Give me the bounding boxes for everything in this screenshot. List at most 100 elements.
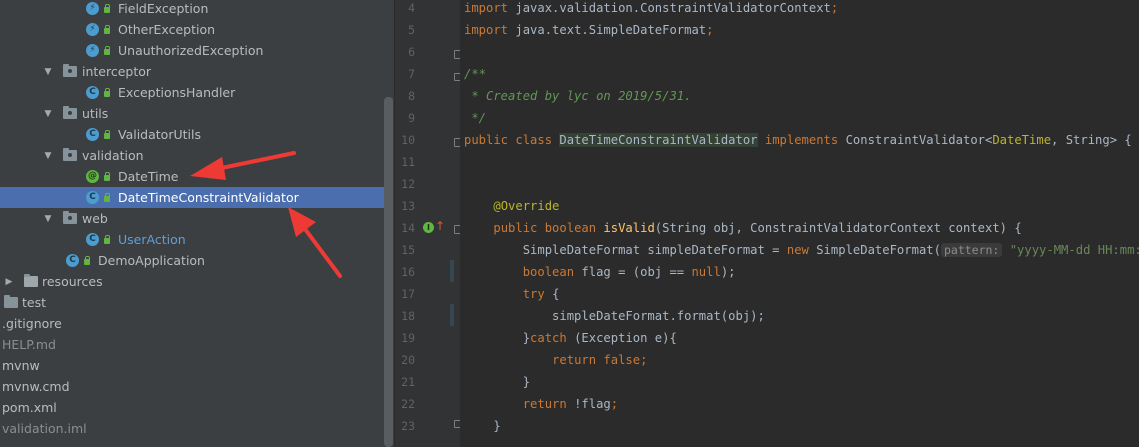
code-editor[interactable]: import javax.validation.ConstraintValida… <box>460 0 1139 447</box>
tree-item-gitignore[interactable]: .gitignore <box>0 313 384 334</box>
code-line[interactable]: } <box>464 371 530 393</box>
line-number: 22 <box>401 397 415 411</box>
tree-item-label: pom.xml <box>2 400 57 415</box>
tree-item-validation-iml[interactable]: validation.iml <box>0 418 384 439</box>
code-line[interactable]: SimpleDateFormat simpleDateFormat = new … <box>464 239 1139 261</box>
class-icon: C <box>86 128 99 141</box>
code-line[interactable]: return false; <box>464 349 647 371</box>
expand-arrow-icon[interactable]: ▼ <box>43 109 53 119</box>
code-line[interactable]: public class DateTimeConstraintValidator… <box>464 129 1132 151</box>
tree-item-mvnw[interactable]: mvnw <box>0 355 384 376</box>
code-token: } <box>464 419 501 433</box>
exception-class-icon: ⚡ <box>86 23 99 36</box>
code-line[interactable]: }catch (Exception e){ <box>464 327 677 349</box>
expand-arrow-icon[interactable]: ▼ <box>43 67 53 77</box>
code-line[interactable]: import java.text.SimpleDateFormat; <box>464 19 714 41</box>
code-token: import <box>464 23 516 37</box>
exception-class-icon: ⚡ <box>86 44 99 57</box>
tree-item-label: UnauthorizedException <box>118 43 264 58</box>
tree-item-interceptor[interactable]: ▼ interceptor <box>0 61 384 82</box>
tree-item-mvnw-cmd[interactable]: mvnw.cmd <box>0 376 384 397</box>
code-token: SimpleDateFormat( <box>816 243 941 257</box>
expand-arrow-icon[interactable]: ▼ <box>43 151 53 161</box>
code-token: ; <box>640 353 648 367</box>
line-number: 14 <box>401 221 415 235</box>
package-folder-icon <box>63 64 77 77</box>
line-number: 12 <box>401 177 415 191</box>
code-token: return false <box>552 353 641 367</box>
line-number: 19 <box>401 331 415 345</box>
code-token: ConstraintValidator< <box>845 133 993 147</box>
line-number: 18 <box>401 309 415 323</box>
tree-item-web[interactable]: ▼ web <box>0 208 384 229</box>
collapse-arrow-icon[interactable]: ▶ <box>4 277 14 287</box>
tree-item-demoapplication[interactable]: C DemoApplication <box>0 250 384 271</box>
tree-item-unauthorizedexception[interactable]: ⚡ UnauthorizedException <box>0 40 384 61</box>
class-icon: C <box>86 86 99 99</box>
go-to-super-arrow-icon[interactable]: ↑ <box>435 220 445 232</box>
code-line[interactable]: boolean flag = (obj == null); <box>464 261 736 283</box>
expand-arrow-icon[interactable]: ▼ <box>43 214 53 224</box>
project-tree: ⚡ FieldException ⚡ OtherException ⚡ Unau… <box>0 0 394 447</box>
tree-item-label: utils <box>82 106 109 121</box>
code-token: import <box>464 1 516 15</box>
code-token: return <box>522 397 575 411</box>
tree-item-fieldexception[interactable]: ⚡ FieldException <box>0 0 384 19</box>
tree-item-label: .gitignore <box>2 316 62 331</box>
change-marker[interactable] <box>450 260 454 282</box>
code-token: ; <box>830 1 839 15</box>
lock-icon <box>104 235 110 244</box>
lock-icon <box>104 88 110 97</box>
change-marker[interactable] <box>450 304 454 326</box>
tree-item-label: mvnw.cmd <box>2 379 70 394</box>
line-number: 10 <box>401 133 415 147</box>
implements-method-icon[interactable]: I <box>423 222 434 233</box>
tree-item-resources[interactable]: ▶ resources <box>0 271 384 292</box>
code-line[interactable]: } <box>464 415 501 437</box>
code-line[interactable]: @Override <box>464 195 559 217</box>
tree-item-datetime[interactable]: @ DateTime <box>0 166 384 187</box>
tree-item-help-md[interactable]: HELP.md <box>0 334 384 355</box>
lock-icon <box>104 130 110 139</box>
code-line[interactable]: try { <box>464 283 560 305</box>
tree-item-datetimeconstraintvalidator[interactable]: C DateTimeConstraintValidator <box>0 187 384 208</box>
tree-item-exceptionshandler[interactable]: C ExceptionsHandler <box>0 82 384 103</box>
code-line[interactable]: */ <box>464 107 486 129</box>
code-line[interactable]: public boolean isValid(String obj, Const… <box>464 217 1021 239</box>
tree-item-useraction[interactable]: C UserAction <box>0 229 384 250</box>
code-token: implements <box>757 133 846 147</box>
code-token: public boolean <box>493 221 604 235</box>
code-line[interactable]: import javax.validation.ConstraintValida… <box>464 0 838 19</box>
tree-item-pom-xml[interactable]: pom.xml <box>0 397 384 418</box>
tree-item-label: DateTimeConstraintValidator <box>118 190 299 205</box>
tree-item-otherexception[interactable]: ⚡ OtherException <box>0 19 384 40</box>
code-line[interactable]: simpleDateFormat.format(obj); <box>464 305 765 327</box>
code-token: public class <box>464 133 560 147</box>
code-line[interactable]: * Created by lyc on 2019/5/31. <box>464 85 691 107</box>
folder-icon <box>4 295 18 308</box>
tree-item-test[interactable]: test <box>0 292 384 313</box>
code-line[interactable]: /** <box>464 63 486 85</box>
tree-item-validation[interactable]: ▼ validation <box>0 145 384 166</box>
package-folder-icon <box>63 106 77 119</box>
package-folder-icon <box>63 211 77 224</box>
lock-icon <box>104 25 110 34</box>
code-token: !flag <box>574 397 611 411</box>
code-token: java.text.SimpleDateFormat <box>515 23 707 37</box>
code-token: { <box>552 287 560 301</box>
line-number: 23 <box>401 419 415 433</box>
code-token: * Created by lyc on 2019/5/31. <box>464 89 692 103</box>
line-number: 11 <box>401 155 415 169</box>
tree-item-validatorutils[interactable]: C ValidatorUtils <box>0 124 384 145</box>
editor-gutter: 4 5 6 7 8 9 10 11 12 13 14 15 16 17 18 19 20 21 22 23 I ↑ <box>394 0 463 447</box>
tree-item-utils[interactable]: ▼ utils <box>0 103 384 124</box>
code-line[interactable]: return !flag; <box>464 393 618 415</box>
tree-scrollbar[interactable] <box>384 97 393 447</box>
code-token: */ <box>464 111 487 125</box>
line-number: 21 <box>401 375 415 389</box>
line-number: 7 <box>408 67 415 81</box>
